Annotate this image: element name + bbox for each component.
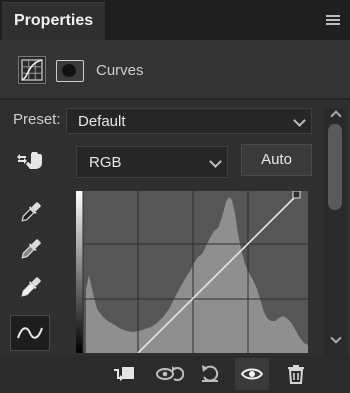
panel-menu-icon[interactable] [326,15,340,26]
black-point-eyedropper-icon[interactable] [10,195,50,231]
panel-title: Properties [14,12,94,29]
chevron-down-icon [209,155,222,168]
layer-mask-icon[interactable] [56,60,84,82]
clip-to-layer-icon[interactable] [106,358,140,390]
properties-panel: Properties Curves Preset: Default RGB Au… [0,0,350,393]
visibility-eye-icon[interactable] [235,358,269,390]
preset-dropdown[interactable]: Default [66,108,312,134]
white-point-eyedropper-icon[interactable] [10,270,50,306]
scrollbar-thumb[interactable] [328,124,342,210]
channel-dropdown[interactable]: RGB [76,146,228,178]
curves-adjustment-icon[interactable] [18,56,46,84]
curves-graph[interactable] [76,190,308,354]
preset-label: Preset: [13,111,61,128]
properties-tab[interactable]: Properties [2,2,105,41]
edit-points-curve-icon[interactable] [10,315,50,351]
chevron-down-icon [293,114,306,127]
reset-icon[interactable] [193,358,227,390]
panel-titlebar: Properties [0,0,350,41]
adjustment-name: Curves [96,62,144,79]
adjustment-header [0,40,350,98]
channel-value: RGB [89,154,122,171]
preset-value: Default [78,113,126,130]
view-previous-state-icon[interactable] [152,358,186,390]
trash-icon[interactable] [279,358,313,390]
gray-point-eyedropper-icon[interactable] [10,232,50,268]
header-divider [0,98,350,100]
targeted-adjustment-hand-icon[interactable] [16,148,48,172]
auto-button[interactable]: Auto [241,144,312,176]
